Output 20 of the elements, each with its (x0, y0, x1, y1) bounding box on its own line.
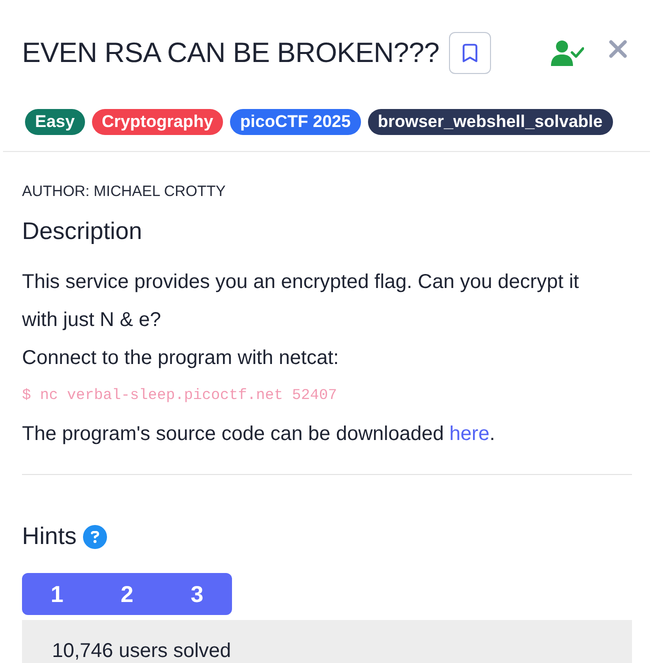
description-heading: Description (22, 217, 144, 247)
hints-heading: Hints (22, 522, 77, 552)
author-text: AUTHOR: MICHAEL CROTTY (22, 182, 227, 202)
netcat-command: $ nc verbal-sleep.picoctf.net 52407 (22, 386, 338, 406)
solved-count-text: 10,746 users solved (52, 640, 232, 662)
help-icon[interactable] (82, 525, 107, 549)
user-check-icon (551, 40, 584, 66)
hint-button[interactable]: 3 (162, 573, 232, 615)
category-tag: browser_webshell_solvable (368, 109, 613, 135)
hint-button[interactable]: 1 (22, 573, 92, 615)
challenge-title: EVEN RSA CAN BE BROKEN??? (22, 36, 440, 70)
download-text: The program's source code can be downloaded here. (22, 422, 496, 447)
hint-button[interactable]: 2 (92, 573, 162, 615)
category-tag: picoCTF 2025 (230, 109, 361, 135)
category-tag: Easy (25, 109, 85, 135)
category-tag: Cryptography (92, 109, 224, 135)
connect-text: Connect to the program with netcat: (22, 346, 340, 371)
bookmark-button[interactable] (449, 32, 492, 74)
here-link[interactable]: here (449, 423, 490, 445)
description-text: This service provides you an encrypted flag. Can you decrypt it with just N & e? (22, 270, 580, 333)
